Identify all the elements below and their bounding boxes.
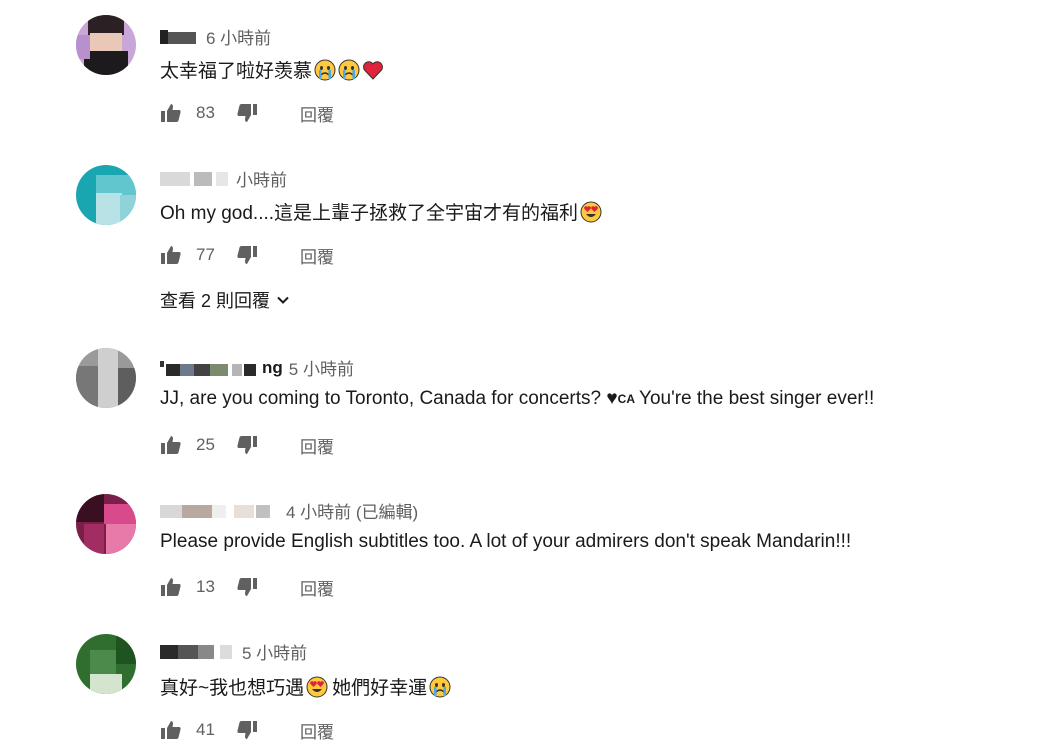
reply-button[interactable]: 回覆 — [300, 243, 334, 268]
comment-text-content: 真好~我也想巧遇 — [160, 678, 305, 699]
view-replies-label: 查看 2 則回覆 — [160, 291, 271, 311]
author-name-blurred[interactable] — [160, 28, 200, 45]
comment-actions: 41 回覆 — [160, 717, 334, 743]
avatar[interactable] — [76, 494, 136, 554]
comment-timestamp[interactable]: 5 小時前 — [289, 355, 354, 380]
avatar[interactable] — [76, 348, 136, 408]
comment-meta: 5 小時前 — [160, 639, 307, 664]
like-count: 25 — [196, 435, 215, 454]
heart-eyes-face-icon — [580, 201, 602, 223]
red-heart-icon — [362, 59, 384, 81]
reply-button[interactable]: 回覆 — [300, 101, 334, 126]
reply-button[interactable]: 回覆 — [300, 718, 334, 743]
thumbs-down-icon[interactable] — [236, 434, 258, 456]
comment-timestamp[interactable]: 4 小時前 (已編輯) — [286, 498, 418, 523]
comment-timestamp[interactable]: 6 小時前 — [206, 24, 271, 49]
comment-text-content: JJ, are you coming to Toronto, Canada fo… — [160, 388, 618, 409]
avatar[interactable] — [76, 634, 136, 694]
comment-text-content: Please provide English subtitles too. A … — [160, 531, 852, 552]
reply-button[interactable]: 回覆 — [300, 433, 334, 458]
view-replies-button[interactable]: 查看 2 則回覆 — [160, 287, 290, 313]
comment-text: Please provide English subtitles too. A … — [160, 531, 851, 553]
comment-actions: 25 回覆 — [160, 432, 334, 458]
thumbs-up-icon[interactable] — [160, 576, 182, 598]
crying-face-icon — [429, 676, 451, 698]
like-count: 41 — [196, 720, 215, 739]
thumbs-down-icon[interactable] — [236, 102, 258, 124]
avatar[interactable] — [76, 15, 136, 75]
author-name[interactable]: ng — [262, 358, 283, 378]
country-badge: CA — [617, 392, 636, 406]
comment-text-continued: You're the best singer ever!! — [639, 388, 875, 409]
avatar[interactable] — [76, 165, 136, 225]
thumbs-up-icon[interactable] — [160, 719, 182, 741]
thumbs-up-icon[interactable] — [160, 102, 182, 124]
author-name-blurred[interactable] — [160, 502, 280, 519]
like-count: 83 — [196, 103, 215, 122]
author-name-blurred[interactable] — [160, 643, 236, 660]
reply-button[interactable]: 回覆 — [300, 575, 334, 600]
thumbs-down-icon[interactable] — [236, 576, 258, 598]
comment-actions: 83 回覆 — [160, 100, 334, 126]
author-name-blurred[interactable] — [160, 359, 256, 376]
comment-timestamp[interactable]: 小時前 — [236, 166, 287, 191]
like-count: 13 — [196, 577, 215, 596]
chevron-down-icon — [276, 293, 290, 307]
comment-text: Oh my god....這是上輩子拯救了全宇宙才有的福利 — [160, 198, 602, 225]
crying-face-icon — [338, 59, 360, 81]
avatar-image — [76, 634, 136, 694]
comment-text: 真好~我也想巧遇 她們好幸運 — [160, 673, 451, 700]
heart-eyes-face-icon — [306, 676, 328, 698]
thumbs-down-icon[interactable] — [236, 719, 258, 741]
comment-text-content: 太幸福了啦好羡慕 — [160, 61, 313, 82]
crying-face-icon — [314, 59, 336, 81]
comment-text-content: Oh my god....這是上輩子拯救了全宇宙才有的福利 — [160, 203, 579, 224]
avatar-image — [76, 494, 136, 554]
comment-meta: 6 小時前 — [160, 24, 271, 49]
comment-timestamp[interactable]: 5 小時前 — [242, 639, 307, 664]
comment-meta: 4 小時前 (已編輯) — [160, 498, 418, 523]
comment-actions: 77 回覆 — [160, 242, 334, 268]
avatar-image — [76, 165, 136, 225]
comment-text: 太幸福了啦好羡慕 — [160, 56, 384, 83]
avatar-image — [76, 15, 136, 75]
comment-actions: 13 回覆 — [160, 574, 334, 600]
comment-text-continued: 她們好幸運 — [332, 678, 428, 699]
like-count: 77 — [196, 245, 215, 264]
thumbs-up-icon[interactable] — [160, 434, 182, 456]
thumbs-up-icon[interactable] — [160, 244, 182, 266]
comment-meta: 小時前 — [160, 166, 287, 191]
avatar-image — [76, 348, 136, 408]
author-name-blurred[interactable] — [160, 170, 230, 187]
comment-text: JJ, are you coming to Toronto, Canada fo… — [160, 388, 874, 410]
comment-meta: ng 5 小時前 — [160, 355, 354, 380]
thumbs-down-icon[interactable] — [236, 244, 258, 266]
